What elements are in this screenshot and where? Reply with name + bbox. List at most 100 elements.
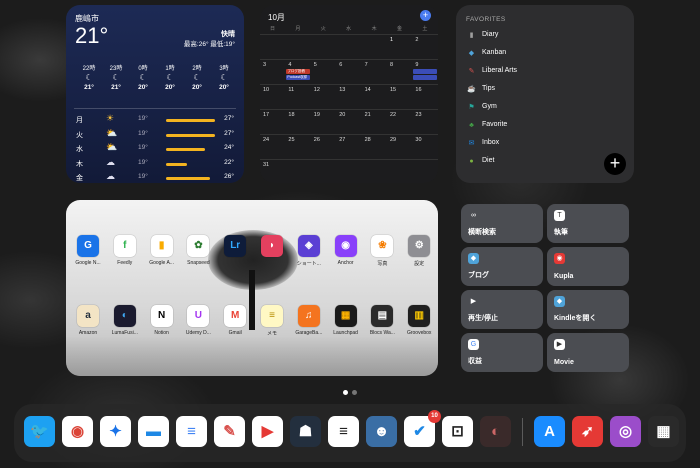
calendar-day[interactable]: 1 xyxy=(387,37,412,43)
dock-chrome-icon[interactable]: ◉ xyxy=(62,416,93,447)
dock-google-docs-icon[interactable]: ≡ xyxy=(176,416,207,447)
calendar-day[interactable]: 18 xyxy=(285,112,310,118)
calendar-day[interactable]: 31 xyxy=(260,162,285,168)
calendar-day[interactable]: 9 xyxy=(412,62,437,68)
calendar-day[interactable]: 11 xyxy=(285,87,310,93)
calendar-day[interactable]: 10 xyxy=(260,87,285,93)
dock-bear-icon[interactable]: ✎ xyxy=(214,416,245,447)
app-icon-lr[interactable]: Lr xyxy=(216,235,254,260)
favorite-item-liberal-arts[interactable]: ✎ Liberal Arts xyxy=(466,65,616,81)
dock-safari-icon[interactable]: ✦ xyxy=(100,416,131,447)
favorite-item-diet[interactable]: ● Diet xyxy=(466,155,616,171)
calendar-day[interactable]: 14 xyxy=(362,87,387,93)
calendar-event-chip[interactable]: Podcast収録 xyxy=(286,75,310,80)
shortcut-label: Kindleを開く xyxy=(554,315,597,322)
favorite-item-kanban[interactable]: ◆ Kanban xyxy=(466,47,616,63)
app-icon-launchpad[interactable]: ▦ Launchpad xyxy=(327,305,365,336)
app-icon--[interactable]: ◗ xyxy=(253,235,291,260)
favorite-item-gym[interactable]: ⚑ Gym xyxy=(466,101,616,117)
calendar-day[interactable]: 7 xyxy=(362,62,387,68)
shortcut-5[interactable]: ◆ Kindleを開く xyxy=(547,290,629,329)
day-high-temp: 26° xyxy=(224,173,234,180)
shortcut-0[interactable]: ∞ 横断検索 xyxy=(461,204,543,243)
favorite-item-diary[interactable]: ▮ Diary xyxy=(466,29,616,45)
app-icon-gmail[interactable]: M Gmail xyxy=(216,305,254,336)
app-icon-ショ-ト-[interactable]: ◈ ショート... xyxy=(290,235,328,267)
calendar-day[interactable]: 3 xyxy=(260,62,285,68)
calendar-day[interactable]: 25 xyxy=(285,137,310,143)
dock-photo-app-icon[interactable]: ◐ xyxy=(480,416,511,447)
dock-app-store-icon[interactable]: A xyxy=(534,416,565,447)
calendar-day[interactable]: 8 xyxy=(387,62,412,68)
dock-share-box-icon[interactable]: ⊡ xyxy=(442,416,473,447)
app-icon-feedly[interactable]: f Feedly xyxy=(106,235,144,266)
app-label: Anchor xyxy=(337,260,354,266)
calendar-day[interactable]: 5 xyxy=(311,62,336,68)
shortcut-7[interactable]: ▶ Movie xyxy=(547,333,629,372)
app-icon-設定[interactable]: ⚙ 設定 xyxy=(400,235,438,267)
calendar-day[interactable]: 6 xyxy=(336,62,361,68)
calendar-day[interactable]: 27 xyxy=(336,137,361,143)
calendar-add-icon[interactable]: + xyxy=(420,10,431,21)
dock-youtube-icon[interactable]: ▶ xyxy=(252,416,283,447)
app-icon-写真[interactable]: ❀ 写真 xyxy=(363,235,401,267)
favorites-add-button[interactable]: + xyxy=(604,153,626,175)
calendar-day[interactable]: 26 xyxy=(311,137,336,143)
favorite-item-tips[interactable]: ☕ Tips xyxy=(466,83,616,99)
favorite-item-inbox[interactable]: ✉ Inbox xyxy=(466,137,616,153)
app-icon-lumafusi-[interactable]: ◐ LumaFusi... xyxy=(106,305,144,336)
app-icon-notion[interactable]: N Notion xyxy=(143,305,181,336)
calendar-day[interactable]: 15 xyxy=(387,87,412,93)
app-icon-snapseed[interactable]: ✿ Snapseed xyxy=(179,235,217,266)
calendar-widget[interactable]: 10月 + 日月火水木金土 1 2 3 4 5 6 7 8 9 10 11 12 13 14 15 16 17 18… xyxy=(260,5,438,183)
shortcut-2[interactable]: ◆ ブログ xyxy=(461,247,543,286)
dock-twitter-icon[interactable]: 🐦 xyxy=(24,416,55,447)
page-dot[interactable] xyxy=(352,390,357,395)
calendar-day[interactable]: 23 xyxy=(412,112,437,118)
shortcut-3[interactable]: ◉ Kupla xyxy=(547,247,629,286)
app-icon-blocs-wa-[interactable]: ▤ Blocs Wa... xyxy=(363,305,401,336)
calendar-day[interactable]: 28 xyxy=(362,137,387,143)
calendar-day[interactable]: 21 xyxy=(362,112,387,118)
shortcut-6[interactable]: G 収益 xyxy=(461,333,543,372)
calendar-day[interactable]: 4 xyxy=(285,62,310,68)
shortcut-4[interactable]: ▶ 再生/停止 xyxy=(461,290,543,329)
app-icon-udemy-d-[interactable]: U Udemy D... xyxy=(179,305,217,336)
page-dot[interactable] xyxy=(343,390,348,395)
diary-icon: ▮ xyxy=(469,32,474,39)
calendar-day[interactable]: 13 xyxy=(336,87,361,93)
calendar-day[interactable]: 30 xyxy=(412,137,437,143)
dock-files-icon[interactable]: ▬ xyxy=(138,416,169,447)
dock-notes-writer-icon[interactable]: ≡ xyxy=(328,416,359,447)
dock-kindle-icon[interactable]: ☗ xyxy=(290,416,321,447)
app-icon-anchor[interactable]: ◉ Anchor xyxy=(327,235,365,266)
favorite-item-favorite[interactable]: ♣ Favorite xyxy=(466,119,616,135)
calendar-day[interactable]: 16 xyxy=(412,87,437,93)
app-icon-garageba-[interactable]: ♫ GarageBa... xyxy=(290,305,328,336)
dock-podcasts-icon[interactable]: ◎ xyxy=(610,416,641,447)
calendar-event-chip[interactable] xyxy=(413,75,437,80)
shortcut-icon: ▶ xyxy=(554,339,565,350)
dock-game-icon[interactable]: ☻ xyxy=(366,416,397,447)
calendar-day[interactable]: 2 xyxy=(412,37,437,43)
calendar-day[interactable]: 19 xyxy=(311,112,336,118)
app-icon-google-n-[interactable]: G Google N... xyxy=(69,235,107,266)
app-icon-google-a-[interactable]: ▮ Google A... xyxy=(143,235,181,266)
calendar-day[interactable]: 22 xyxy=(387,112,412,118)
calendar-day[interactable]: 24 xyxy=(260,137,285,143)
dock-rocket-icon[interactable]: ➶ xyxy=(572,416,603,447)
calendar-day[interactable]: 29 xyxy=(387,137,412,143)
app-icon-メモ[interactable]: ≡ メモ xyxy=(253,305,291,337)
calendar-event-chip[interactable] xyxy=(413,69,437,74)
calendar-day[interactable]: 12 xyxy=(311,87,336,93)
dock-todo-icon[interactable]: ✔ 10 xyxy=(404,410,441,447)
app-icon-amazon[interactable]: a Amazon xyxy=(69,305,107,336)
weather-widget[interactable]: 鹿嶋市 21° 快晴 最高:26° 最低:19° 22時 ☾ 21° 23時 ☾ 21° 0… xyxy=(66,5,244,183)
calendar-event-chip[interactable]: ブログ投稿 xyxy=(286,69,310,74)
app-icon-groovebox[interactable]: ▥ Groovebox xyxy=(400,305,438,336)
shortcut-1[interactable]: T 執筆 xyxy=(547,204,629,243)
dock-app-library-icon[interactable]: ▦ xyxy=(648,416,679,447)
calendar-day[interactable]: 20 xyxy=(336,112,361,118)
calendar-week-divider xyxy=(260,134,438,135)
calendar-day[interactable]: 17 xyxy=(260,112,285,118)
